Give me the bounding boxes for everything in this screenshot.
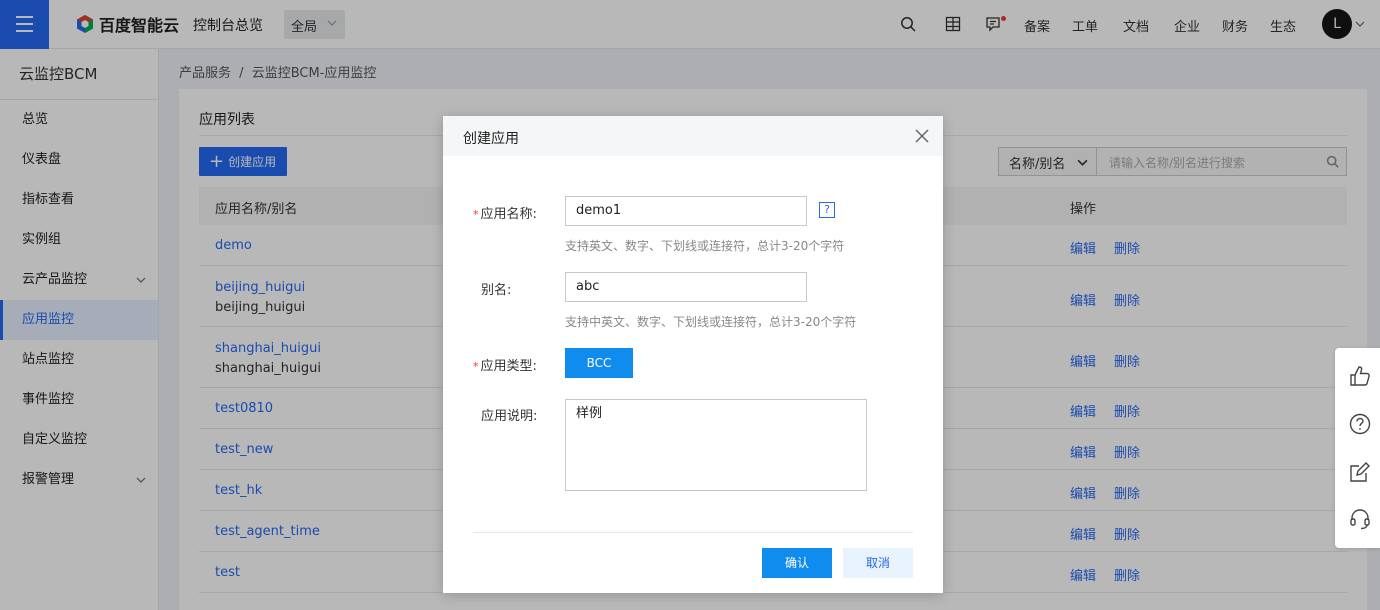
help-circle-icon[interactable] [1349,413,1371,435]
customer-service-icon[interactable] [1349,508,1371,530]
feedback-edit-icon[interactable] [1349,461,1371,483]
app-type-bcc-option[interactable]: BCC [565,348,633,378]
required-mark: * [473,360,479,373]
help-question-icon[interactable]: ? [819,202,835,218]
create-app-dialog: 创建应用 * 应用名称: demo1 ? 支持英文、数字、下划线或连接符，总计3-… [443,116,943,593]
thumbs-up-icon[interactable] [1349,365,1371,387]
app-desc-label: 应用说明: [481,409,538,424]
floating-toolbar [1335,348,1380,548]
alias-label: 别名: [481,283,512,298]
label-text: 应用名称: [480,207,537,222]
dialog-title: 创建应用 [463,131,519,147]
label-text: 应用类型: [480,359,537,374]
alias-hint: 支持中英文、数字、下划线或连接符，总计3-20个字符 [565,315,857,329]
app-name-input[interactable]: demo1 [565,196,807,226]
app-name-hint: 支持英文、数字、下划线或连接符，总计3-20个字符 [565,239,845,253]
app-desc-textarea[interactable]: 样例 [565,399,867,491]
alias-input[interactable]: abc [565,272,807,302]
app-type-label: * 应用类型: [473,355,537,374]
divider [473,532,913,533]
dialog-header: 创建应用 [443,116,943,156]
confirm-button[interactable]: 确认 [762,548,832,578]
close-icon[interactable] [915,129,929,143]
app-name-label: * 应用名称: [473,203,537,222]
required-mark: * [473,208,479,221]
cancel-button[interactable]: 取消 [843,548,913,578]
